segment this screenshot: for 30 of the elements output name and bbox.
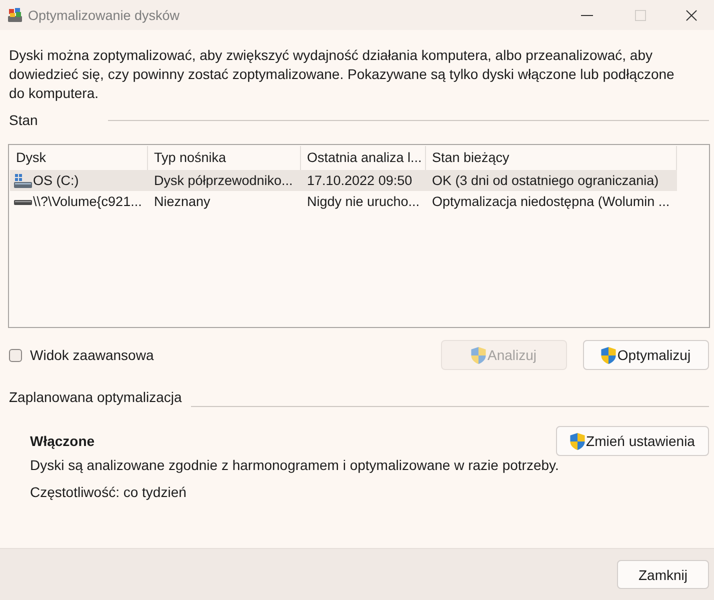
shield-icon bbox=[471, 346, 486, 364]
table-cell-text: Dysk półprzewodniko... bbox=[153, 172, 294, 190]
checkbox[interactable] bbox=[9, 348, 22, 362]
change-settings-button[interactable]: Zmień ustawienia bbox=[556, 426, 709, 456]
shield-icon bbox=[570, 432, 586, 450]
close-dialog-button[interactable]: Zamknij bbox=[617, 560, 709, 589]
table-cell-text: OK (3 dni od ostatniego ograniczania) bbox=[431, 172, 660, 190]
table-cell-text: Optymalizacja niedostępna (Wolumin ... bbox=[431, 193, 671, 211]
shield-icon bbox=[601, 346, 616, 364]
checkbox-label[interactable]: Widok zaawansowa bbox=[30, 347, 154, 363]
table-cell-text: Nigdy nie urucho... bbox=[306, 193, 421, 211]
table-cell-text: Nieznany bbox=[153, 193, 212, 211]
table-cell-text: 17.10.2022 09:50 bbox=[306, 172, 414, 190]
description-text: Dyski można zoptymalizować, aby zwiększyć wydajność działania komputera, albo przeanalizować, aby dowiedzieć się, czy powinny zostać zoptymalizowane. Pokazywane są tylko dyski włączone lub podłączone do komputera. bbox=[9, 46, 676, 103]
system-drive-icon bbox=[14, 174, 32, 188]
schedule-description: Dyski są analizowane zgodnie z harmonogramem i optymalizowane w razie potrzeby. bbox=[30, 456, 560, 475]
maximize-icon bbox=[634, 10, 646, 20]
table-cell-text: \\?\Volume{c921... bbox=[33, 193, 142, 211]
window-title: Optymalizowanie dysków bbox=[28, 8, 180, 22]
colored-blocks-icon bbox=[7, 7, 23, 23]
schedule-frequency: Częstotliwość: co tydzień bbox=[30, 483, 188, 502]
optimize-button[interactable]: Optymalizuj bbox=[583, 340, 709, 370]
drive-row[interactable]: OS (C:) Dysk półprzewodniko... 17.10.2022 09:50 OK (3 dni od ostatniego ograniczania) bbox=[10, 170, 677, 191]
schedule-status: Włączone bbox=[30, 433, 95, 449]
minimize-icon bbox=[581, 14, 593, 16]
section-heading: Stan bbox=[9, 111, 39, 130]
table-cell-text: OS (C:) bbox=[33, 172, 79, 190]
close-icon bbox=[686, 10, 696, 20]
section-heading: Zaplanowana optymalizacja bbox=[9, 388, 182, 407]
drive-row[interactable]: \\?\Volume{c921... Nieznany Nigdy nie urucho... Optymalizacja niedostępna (Wolumin ... bbox=[10, 191, 677, 212]
